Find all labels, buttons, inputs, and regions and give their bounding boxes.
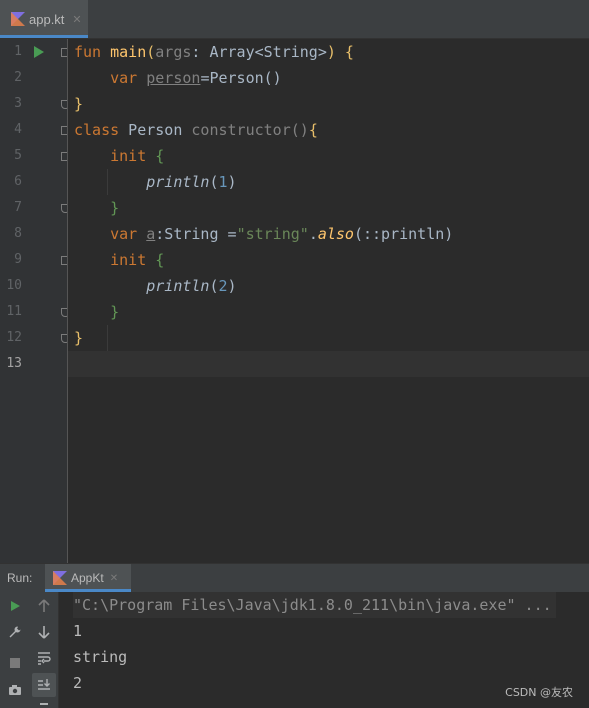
line-number: 4 <box>14 122 22 137</box>
code-line-7: } <box>110 199 120 217</box>
camera-icon[interactable] <box>4 679 26 701</box>
kotlin-run-config-icon <box>53 571 67 585</box>
rerun-icon[interactable] <box>4 595 26 617</box>
line-number-current: 13 <box>6 356 22 371</box>
line-number: 9 <box>14 252 22 267</box>
close-tab-icon[interactable]: ✕ <box>72 13 81 26</box>
tab-app-kt[interactable]: app.kt ✕ <box>0 0 88 38</box>
scroll-to-end-icon[interactable] <box>32 673 56 697</box>
line-number: 2 <box>14 70 22 85</box>
editor-tab-bar: app.kt ✕ <box>0 0 589 39</box>
console-line: string <box>73 648 128 666</box>
kotlin-file-icon <box>11 12 25 26</box>
stop-icon[interactable] <box>4 652 26 674</box>
indent-guide <box>107 325 108 351</box>
code-line-11: } <box>110 303 120 321</box>
code-line-2: var person=Person() <box>110 69 282 87</box>
code-editor[interactable]: fun main(args: Array<String>) { var pers… <box>68 39 589 563</box>
run-title: Run: <box>7 571 33 585</box>
tab-label: app.kt <box>29 11 65 27</box>
editor-gutter: 1 2 3 4 5 6 7 8 9 10 11 12 13 <box>0 39 70 563</box>
console-line: 1 <box>73 622 83 640</box>
soft-wrap-icon[interactable] <box>33 647 55 669</box>
line-number: 3 <box>14 96 22 111</box>
active-tab-indicator <box>0 35 88 38</box>
caret-row-highlight <box>68 351 589 377</box>
code-line-8: var a:String ="string".also(::println) <box>110 225 454 243</box>
code-line-4: class Person constructor(){ <box>74 121 318 139</box>
code-line-9: init { <box>110 251 165 269</box>
run-gutter-icon[interactable] <box>34 46 44 58</box>
watermark: CSDN @友农 <box>505 686 573 699</box>
run-tab-label: AppKt <box>71 571 104 585</box>
run-tab-appkt[interactable]: AppKt ✕ <box>45 564 131 592</box>
code-line-1: fun main(args: Array<String>) { <box>74 43 354 61</box>
console-line: 2 <box>73 674 83 692</box>
code-line-5: init { <box>110 147 165 165</box>
code-line-12: } <box>74 329 84 347</box>
code-line-3: } <box>74 95 84 113</box>
line-number: 8 <box>14 226 22 241</box>
more-actions-icon[interactable] <box>33 700 55 708</box>
line-number: 7 <box>14 200 22 215</box>
up-arrow-icon[interactable] <box>33 595 55 617</box>
code-line-10: println(2) <box>146 277 237 295</box>
down-arrow-icon[interactable] <box>33 621 55 643</box>
run-toolbar <box>0 592 58 708</box>
line-number: 1 <box>14 44 22 59</box>
console-command-line: "C:\Program Files\Java\jdk1.8.0_211\bin\… <box>73 592 556 618</box>
code-line-6: println(1) <box>146 173 237 191</box>
line-number: 6 <box>14 174 22 189</box>
wrench-icon[interactable] <box>4 621 26 643</box>
run-tool-window-header: Run: AppKt ✕ <box>0 563 589 592</box>
line-number: 10 <box>6 278 22 293</box>
close-run-tab-icon[interactable]: ✕ <box>110 573 118 584</box>
line-number: 5 <box>14 148 22 163</box>
line-number: 12 <box>6 330 22 345</box>
line-number: 11 <box>6 304 22 319</box>
